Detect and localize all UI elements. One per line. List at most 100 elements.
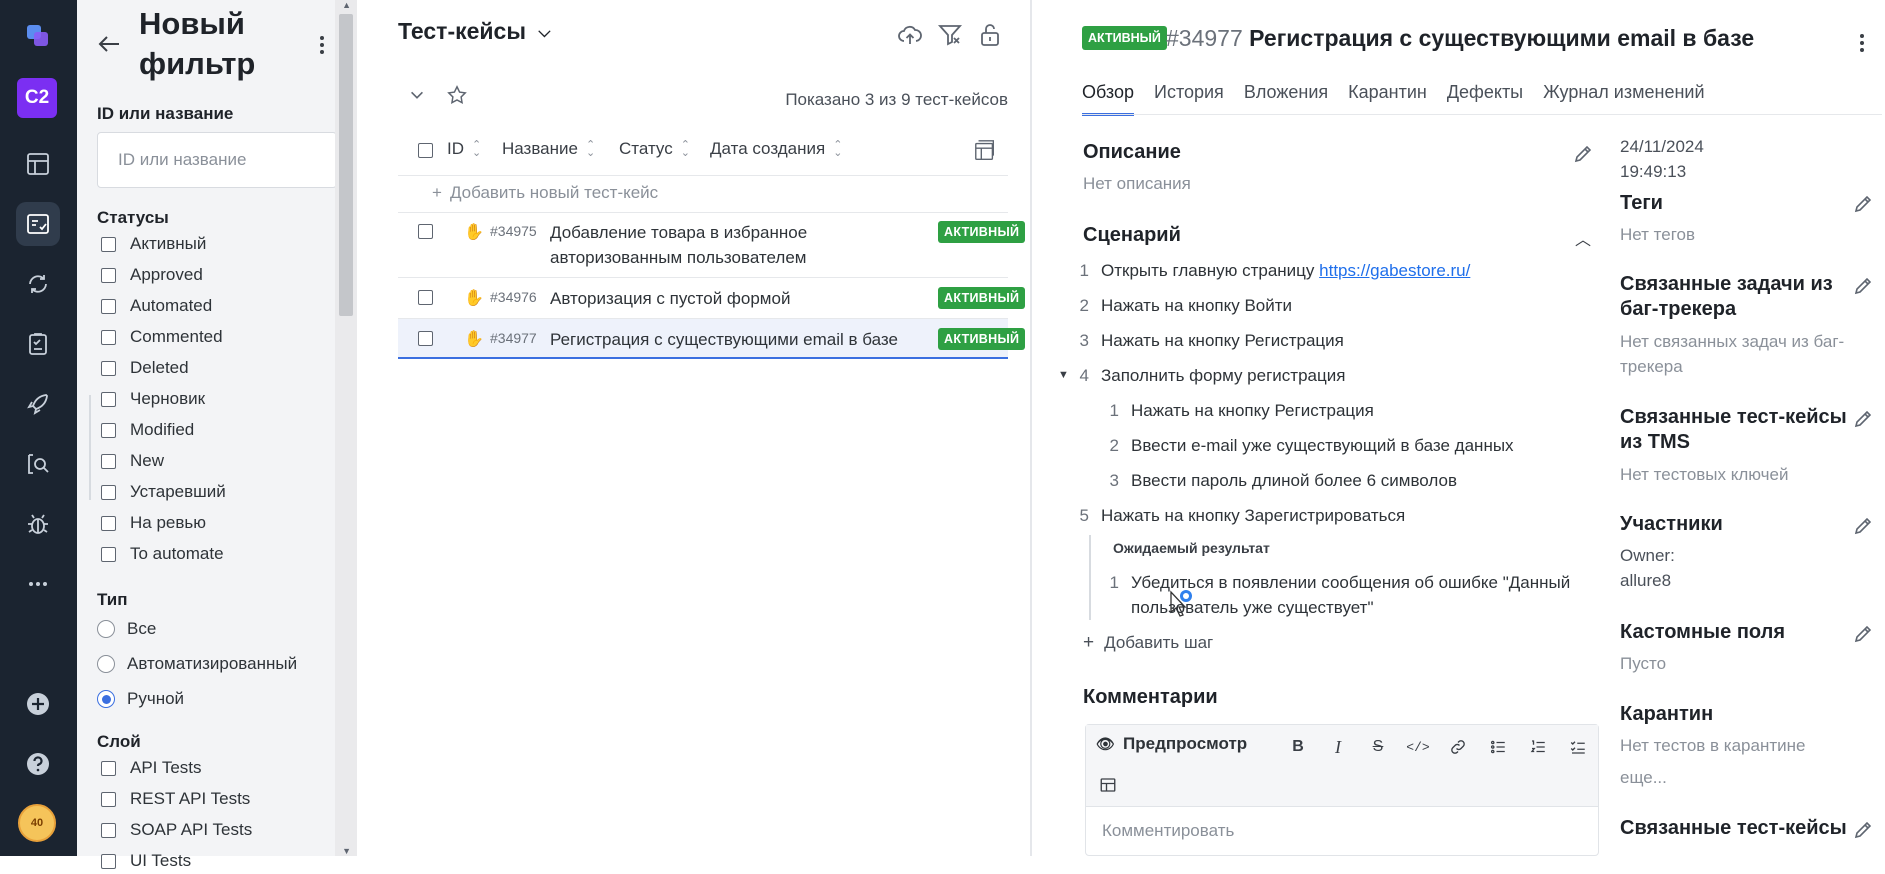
scenario-step[interactable]: 2 Нажать на кнопку Войти (1071, 296, 1293, 316)
kebab-menu-icon[interactable] (312, 32, 332, 58)
status-filter-option[interactable]: Approved (101, 262, 203, 288)
status-checkbox[interactable] (101, 515, 116, 531)
edit-tags-icon[interactable] (1852, 193, 1874, 215)
type-filter-option[interactable]: Автоматизированный (97, 651, 297, 677)
column-header-created[interactable]: Дата создания ⌃ ⌄ (710, 139, 842, 159)
type-filter-option[interactable]: Ручной (97, 686, 184, 712)
status-filter-option[interactable]: Modified (101, 417, 194, 443)
expected-result-step[interactable]: 1 Убедиться в появлении сообщения об ошиб… (1101, 570, 1606, 620)
search-analytics-icon[interactable] (16, 442, 60, 486)
tab-overview[interactable]: Обзор (1082, 82, 1134, 116)
checklist-icon[interactable] (1566, 735, 1590, 759)
bold-icon[interactable]: B (1286, 735, 1310, 759)
filter-scrollbar-thumb[interactable] (339, 14, 353, 316)
status-checkbox[interactable] (101, 267, 116, 283)
table-row[interactable]: ✋ #34976 Авторизация с пустой формой АКТ… (398, 278, 1026, 318)
status-filter-option[interactable]: Automated (101, 293, 212, 319)
layer-checkbox[interactable] (101, 822, 116, 838)
edit-members-icon[interactable] (1852, 515, 1874, 537)
row-checkbox[interactable] (418, 331, 433, 346)
scenario-step[interactable]: 4 Заполнить форму регистрация (1071, 366, 1346, 386)
star-icon[interactable] (442, 80, 472, 110)
strikethrough-icon[interactable]: S (1366, 735, 1390, 759)
id-filter-input[interactable] (97, 132, 337, 188)
type-radio[interactable] (97, 620, 115, 638)
tab-quarantine[interactable]: Карантин (1348, 82, 1427, 116)
italic-icon[interactable]: I (1326, 735, 1350, 759)
add-icon[interactable] (16, 682, 60, 726)
scenario-substep[interactable]: 3 Ввести пароль длиной более 6 символов (1101, 471, 1457, 491)
preview-toggle[interactable]: 👁 Предпросмотр (1096, 734, 1247, 754)
status-checkbox[interactable] (101, 422, 116, 438)
scenario-step[interactable]: 3 Нажать на кнопку Регистрация (1071, 331, 1344, 351)
test-cases-icon[interactable] (16, 202, 60, 246)
select-all-checkbox[interactable] (418, 143, 433, 158)
unlock-icon[interactable] (975, 20, 1005, 50)
add-step-button[interactable]: + Добавить шаг (1083, 632, 1213, 654)
link-icon[interactable] (1446, 735, 1470, 759)
status-filter-option[interactable]: Черновик (101, 386, 205, 412)
edit-custom-fields-icon[interactable] (1852, 623, 1874, 645)
status-filter-option[interactable]: New (101, 448, 164, 474)
more-icon[interactable] (16, 562, 60, 606)
layer-filter-option[interactable]: SOAP API Tests (101, 817, 252, 843)
numbered-list-icon[interactable] (1526, 735, 1550, 759)
dashboard-icon[interactable] (16, 142, 60, 186)
table-row-selected[interactable]: ✋ #34977 Регистрация с существующими ema… (398, 319, 1026, 359)
status-checkbox[interactable] (101, 329, 116, 345)
edit-tms-icon[interactable] (1852, 408, 1874, 430)
edit-issues-icon[interactable] (1852, 275, 1874, 297)
project-badge[interactable]: C2 (17, 78, 57, 118)
columns-settings-icon[interactable] (970, 136, 1000, 166)
layer-checkbox[interactable] (101, 791, 116, 807)
back-arrow-icon[interactable] (95, 30, 123, 58)
status-checkbox[interactable] (101, 236, 116, 252)
status-filter-option[interactable]: Commented (101, 324, 223, 350)
deploy-icon[interactable] (16, 382, 60, 426)
scenario-step[interactable]: 5 Нажать на кнопку Зарегистрироваться (1071, 506, 1406, 526)
avatar[interactable]: 40 (18, 804, 56, 842)
scroll-down-icon[interactable]: ▼ (342, 846, 351, 856)
tab-defects[interactable]: Дефекты (1447, 82, 1523, 116)
scroll-up-icon[interactable]: ▲ (342, 0, 351, 10)
scenario-substep[interactable]: 1 Нажать на кнопку Регистрация (1101, 401, 1374, 421)
layer-filter-option[interactable]: UI Tests (101, 848, 191, 874)
more-link[interactable]: еще... (1620, 765, 1850, 790)
status-filter-option[interactable]: Deleted (101, 355, 189, 381)
table-icon[interactable] (1096, 773, 1120, 797)
status-checkbox[interactable] (101, 298, 116, 314)
layer-filter-option[interactable]: REST API Tests (101, 786, 250, 812)
table-row[interactable]: ✋ #34975 Добавление товара в избранное а… (398, 213, 1026, 276)
launches-icon[interactable] (16, 262, 60, 306)
status-checkbox[interactable] (101, 484, 116, 500)
row-checkbox[interactable] (418, 290, 433, 305)
bullet-list-icon[interactable] (1486, 735, 1510, 759)
edit-linked-test-cases-icon[interactable] (1852, 819, 1874, 841)
step-link[interactable]: https://gabestore.ru/ (1319, 261, 1470, 281)
column-header-status[interactable]: Статус ⌃ ⌄ (619, 139, 690, 159)
status-filter-option[interactable]: Активный (101, 231, 206, 257)
tab-changelog[interactable]: Журнал изменений (1543, 82, 1704, 116)
test-cases-title[interactable]: Тест-кейсы ⌵ (398, 18, 551, 45)
status-filter-option[interactable]: Устаревший (101, 479, 226, 505)
test-plans-icon[interactable] (16, 322, 60, 366)
type-radio[interactable] (97, 690, 115, 708)
column-header-id[interactable]: ID ⌃ ⌄ (447, 139, 481, 159)
status-checkbox[interactable] (101, 360, 116, 376)
help-icon[interactable] (16, 742, 60, 786)
collapse-all-icon[interactable] (402, 80, 432, 110)
kebab-menu-icon[interactable] (1852, 30, 1872, 56)
scenario-substep[interactable]: 2 Ввести e-mail уже существующий в базе д… (1101, 436, 1514, 456)
code-icon[interactable]: </> (1406, 735, 1430, 759)
status-checkbox[interactable] (101, 391, 116, 407)
status-checkbox[interactable] (101, 453, 116, 469)
type-filter-option[interactable]: Все (97, 616, 156, 642)
allure-logo-icon[interactable] (16, 14, 60, 58)
chevron-up-icon[interactable]: ︿ (1575, 226, 1591, 250)
status-filter-option[interactable]: На ревью (101, 510, 206, 536)
tab-history[interactable]: История (1154, 82, 1224, 116)
scenario-step[interactable]: 1 Открыть главную страницу https://gabes… (1071, 261, 1471, 281)
layer-checkbox[interactable] (101, 760, 116, 776)
filter-scrollbar[interactable]: ▲ ▼ (335, 0, 357, 856)
tab-attachments[interactable]: Вложения (1244, 82, 1328, 116)
